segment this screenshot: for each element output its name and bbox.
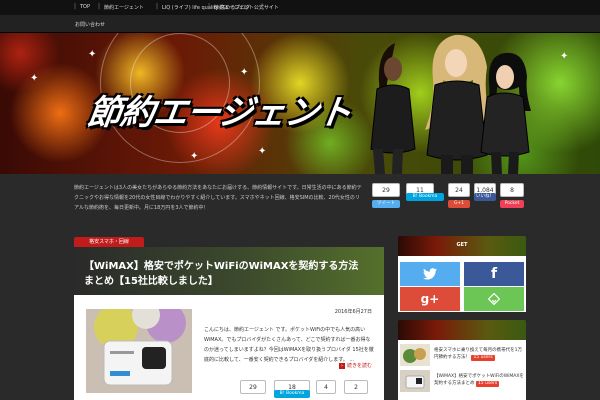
ranking-thumbnail <box>400 370 430 392</box>
sidebar-follow-box: f g+ <box>398 256 526 312</box>
sparkle-icon: ✦ <box>88 49 97 60</box>
sidebar-follow-title: GET <box>456 242 468 248</box>
googleplus-count: 24 <box>448 183 470 197</box>
follow-googleplus-button[interactable]: g+ <box>400 287 460 311</box>
list-item[interactable]: 格安スマホに乗り換えて毎月の携帯代を1万円節約する方法！ 15 users <box>400 344 524 368</box>
article-excerpt: こんにちは、節約エージェント です。ポケットWiFiの中でも人気の高いWiMAX… <box>204 327 374 363</box>
nav-separator: | <box>74 3 77 10</box>
nav-item-top[interactable]: TOP <box>80 4 90 10</box>
users-badge: 15 users <box>471 355 495 361</box>
sidebar-ranking-header <box>398 320 526 340</box>
ranking-thumbnail <box>400 344 430 366</box>
sidebar-follow-header: GET <box>398 236 526 256</box>
googleplus-button[interactable]: G+1 <box>448 200 470 208</box>
follow-facebook-button[interactable]: f <box>464 262 524 286</box>
users-badge: 15 users <box>475 381 500 387</box>
article-header: 【WiMAX】格安でポケットWiFiのWiMAXを契約する方法まとめ【15社比較… <box>74 247 384 295</box>
nav-item-agent[interactable]: 節約エージェント <box>104 4 144 11</box>
header-share-buttons: 29 ツイート 11 B! Bookma 24 G+1 1,084 いいね！ 8… <box>372 183 532 213</box>
facebook-icon: f <box>490 266 498 282</box>
category-label[interactable]: 格安スマホ・回線 <box>74 237 144 247</box>
pocket-button[interactable]: Pocket <box>500 200 524 208</box>
article-date: 2016年6月27日 <box>334 309 372 315</box>
hatena-bookmark-button[interactable]: B! Bookma <box>406 193 444 201</box>
article-googleplus-count: 4 <box>316 380 336 394</box>
sparkle-icon: ✦ <box>190 151 199 162</box>
article-pocket-count: 2 <box>344 380 368 394</box>
pocket-count: 8 <box>500 183 524 197</box>
sparkle-icon: ✦ <box>240 67 249 78</box>
top-nav: | TOP | 節約エージェント | LIQ (ライフ) life qualit… <box>0 0 600 15</box>
nav-separator: | <box>98 3 101 10</box>
sparkle-icon: ✦ <box>30 73 39 84</box>
nav-separator: | <box>156 3 159 10</box>
nav-item-contact[interactable]: お問い合わせ <box>75 21 105 28</box>
header-banner[interactable]: ✦ ✦ ✦ ✦ ✦ ✦ 節約エージェント <box>0 33 600 174</box>
site-description: 節約エージェントは3人の美女たちがあらゆる節約方法をあなたにお届けする、節約情報… <box>74 185 362 211</box>
site-logo[interactable]: 節約エージェント <box>85 85 355 134</box>
sidebar-ranking-list: 格安スマホに乗り換えて毎月の携帯代を1万円節約する方法！ 15 users 【W… <box>398 340 526 400</box>
follow-twitter-button[interactable] <box>400 262 460 286</box>
article-tweet-count: 29 <box>240 380 266 394</box>
article-thumbnail[interactable] <box>86 309 192 393</box>
article-share-buttons: 29 18 B! Bookma 4 2 <box>240 380 380 400</box>
follow-feedly-button[interactable] <box>464 287 524 311</box>
list-item[interactable]: 【WiMAX】格安でポケットWiFiのWiMAXを契約する方法まとめ 15 us… <box>400 370 524 394</box>
feedly-icon <box>487 292 501 306</box>
article-hatena-button[interactable]: B! Bookma <box>274 390 310 398</box>
nav-separator: | <box>208 3 211 10</box>
nav-separator: | <box>261 3 264 10</box>
article-title[interactable]: 【WiMAX】格安でポケットWiFiのWiMAXを契約する方法まとめ【15社比較… <box>84 259 364 289</box>
read-more-link[interactable]: › 続きを読む <box>338 362 372 369</box>
arrow-icon: › <box>338 363 345 369</box>
article-card: 【WiMAX】格安でポケットWiFiのWiMAXを契約する方法まとめ【15社比較… <box>74 247 384 400</box>
nav-item-official[interactable]: 節約エージェント公式サイト <box>214 4 279 11</box>
googleplus-icon: g+ <box>420 292 440 306</box>
sparkle-icon: ✦ <box>258 146 267 157</box>
read-more-label: 続きを読む <box>346 363 372 369</box>
facebook-like-button[interactable]: いいね！ <box>474 193 496 201</box>
sub-nav: お問い合わせ <box>0 15 600 33</box>
tweet-button[interactable]: ツイート <box>372 200 400 208</box>
tweet-count: 29 <box>372 183 400 197</box>
twitter-icon <box>423 268 437 280</box>
agents-illustration <box>370 34 531 174</box>
